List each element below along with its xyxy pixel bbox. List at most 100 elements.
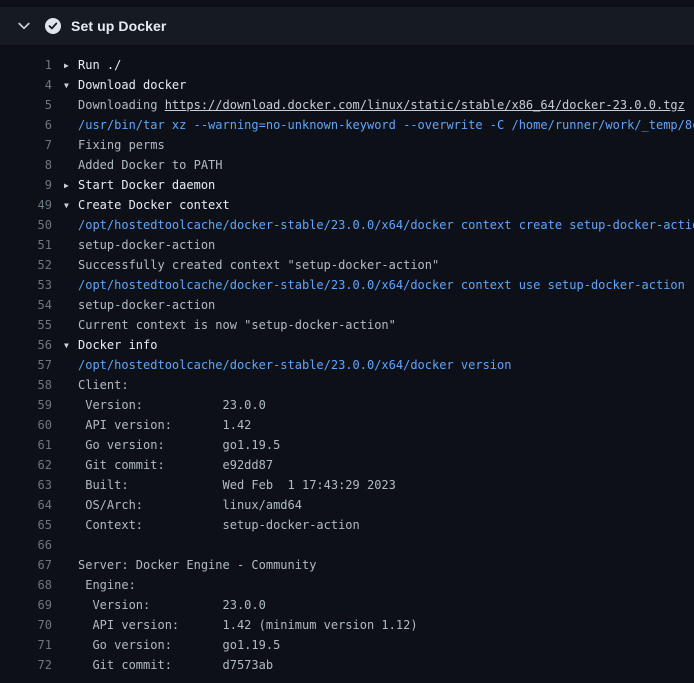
- log-row: 50/opt/hostedtoolcache/docker-stable/23.…: [0, 215, 694, 235]
- log-row: 62 Git commit: e92dd87: [0, 455, 694, 475]
- line-number[interactable]: 53: [0, 275, 52, 295]
- triangle-down-icon: ▼: [64, 336, 78, 355]
- log-row: 71 Go version: go1.19.5: [0, 635, 694, 655]
- log-row: 69 Version: 23.0.0: [0, 595, 694, 615]
- log-row: 61 Go version: go1.19.5: [0, 435, 694, 455]
- log-row: 60 API version: 1.42: [0, 415, 694, 435]
- line-number[interactable]: 52: [0, 255, 52, 275]
- line-number[interactable]: 54: [0, 295, 52, 315]
- line-number[interactable]: 70: [0, 615, 52, 635]
- line-number[interactable]: 7: [0, 135, 52, 155]
- log-text: Client:: [52, 375, 129, 395]
- log-url-link[interactable]: https://download.docker.com/linux/static…: [165, 98, 685, 112]
- log-row: 57/opt/hostedtoolcache/docker-stable/23.…: [0, 355, 694, 375]
- line-number[interactable]: 62: [0, 455, 52, 475]
- log-row: 4▼Download docker: [0, 75, 694, 95]
- line-number[interactable]: 58: [0, 375, 52, 395]
- log-row: 67Server: Docker Engine - Community: [0, 555, 694, 575]
- log-text-prefix: Downloading: [78, 98, 165, 112]
- line-number[interactable]: 5: [0, 95, 52, 115]
- command-text: /opt/hostedtoolcache/docker-stable/23.0.…: [52, 355, 511, 375]
- log-row: 70 API version: 1.42 (minimum version 1.…: [0, 615, 694, 635]
- log-row: 58Client:: [0, 375, 694, 395]
- line-number[interactable]: 67: [0, 555, 52, 575]
- log-text: Built: Wed Feb 1 17:43:29 2023: [52, 475, 396, 495]
- line-number[interactable]: 57: [0, 355, 52, 375]
- line-number[interactable]: 61: [0, 435, 52, 455]
- log-area: 1▶Run ./4▼Download docker5Downloading ht…: [0, 45, 694, 675]
- check-circle-icon: [45, 18, 61, 34]
- line-number[interactable]: 51: [0, 235, 52, 255]
- group-title: Run ./: [78, 58, 121, 72]
- line-number[interactable]: 4: [0, 75, 52, 95]
- log-text: Version: 23.0.0: [52, 395, 266, 415]
- log-text: Downloading https://download.docker.com/…: [52, 95, 685, 115]
- group-toggle[interactable]: ▼Create Docker context: [52, 195, 230, 215]
- log-row: 64 OS/Arch: linux/amd64: [0, 495, 694, 515]
- step-header[interactable]: Set up Docker: [0, 7, 694, 45]
- line-number[interactable]: 50: [0, 215, 52, 235]
- line-number[interactable]: 63: [0, 475, 52, 495]
- line-number[interactable]: 66: [0, 535, 52, 555]
- line-number[interactable]: 68: [0, 575, 52, 595]
- log-row: 6/usr/bin/tar xz --warning=no-unknown-ke…: [0, 115, 694, 135]
- group-toggle[interactable]: ▼Docker info: [52, 335, 157, 355]
- log-row: 65 Context: setup-docker-action: [0, 515, 694, 535]
- line-number[interactable]: 65: [0, 515, 52, 535]
- line-number[interactable]: 9: [0, 175, 52, 195]
- log-row: 8Added Docker to PATH: [0, 155, 694, 175]
- triangle-right-icon: ▶: [64, 56, 78, 75]
- log-text: Fixing perms: [52, 135, 165, 155]
- line-number[interactable]: 56: [0, 335, 52, 355]
- command-text: /usr/bin/tar xz --warning=no-unknown-key…: [52, 115, 694, 135]
- group-toggle[interactable]: ▼Download docker: [52, 75, 186, 95]
- log-row: 68 Engine:: [0, 575, 694, 595]
- triangle-right-icon: ▶: [64, 176, 78, 195]
- log-text: OS/Arch: linux/amd64: [52, 495, 302, 515]
- step-title: Set up Docker: [71, 18, 166, 34]
- line-number[interactable]: 69: [0, 595, 52, 615]
- command-text: /opt/hostedtoolcache/docker-stable/23.0.…: [52, 275, 685, 295]
- line-number[interactable]: 64: [0, 495, 52, 515]
- log-row: 7Fixing perms: [0, 135, 694, 155]
- line-number[interactable]: 59: [0, 395, 52, 415]
- log-text: Added Docker to PATH: [52, 155, 223, 175]
- line-number[interactable]: 1: [0, 55, 52, 75]
- log-text: setup-docker-action: [52, 235, 215, 255]
- line-number[interactable]: 71: [0, 635, 52, 655]
- log-row: 49▼Create Docker context: [0, 195, 694, 215]
- line-number[interactable]: 49: [0, 195, 52, 215]
- log-row: 54setup-docker-action: [0, 295, 694, 315]
- log-row: 72 Git commit: d7573ab: [0, 655, 694, 675]
- chevron-down-icon[interactable]: [16, 18, 32, 34]
- log-text: API version: 1.42: [52, 415, 251, 435]
- log-text: Go version: go1.19.5: [52, 635, 280, 655]
- page-background-strip: [0, 0, 694, 7]
- log-text: Git commit: e92dd87: [52, 455, 273, 475]
- command-text: /opt/hostedtoolcache/docker-stable/23.0.…: [52, 215, 694, 235]
- line-number[interactable]: 60: [0, 415, 52, 435]
- log-text: [52, 535, 78, 555]
- group-title: Start Docker daemon: [78, 178, 215, 192]
- log-text: Server: Docker Engine - Community: [52, 555, 316, 575]
- line-number[interactable]: 8: [0, 155, 52, 175]
- log-text: Go version: go1.19.5: [52, 435, 280, 455]
- group-toggle[interactable]: ▶Start Docker daemon: [52, 175, 215, 195]
- log-row: 59 Version: 23.0.0: [0, 395, 694, 415]
- line-number[interactable]: 55: [0, 315, 52, 335]
- group-toggle[interactable]: ▶Run ./: [52, 55, 121, 75]
- log-row: 66: [0, 535, 694, 555]
- line-number[interactable]: 72: [0, 655, 52, 675]
- log-text: API version: 1.42 (minimum version 1.12): [52, 615, 418, 635]
- group-title: Docker info: [78, 338, 157, 352]
- log-row: 56▼Docker info: [0, 335, 694, 355]
- group-title: Download docker: [78, 78, 186, 92]
- line-number[interactable]: 6: [0, 115, 52, 135]
- log-row: 51setup-docker-action: [0, 235, 694, 255]
- log-row: 52Successfully created context "setup-do…: [0, 255, 694, 275]
- log-text: Git commit: d7573ab: [52, 655, 273, 675]
- log-row: 5Downloading https://download.docker.com…: [0, 95, 694, 115]
- log-row: 1▶Run ./: [0, 55, 694, 75]
- log-text: setup-docker-action: [52, 295, 215, 315]
- triangle-down-icon: ▼: [64, 196, 78, 215]
